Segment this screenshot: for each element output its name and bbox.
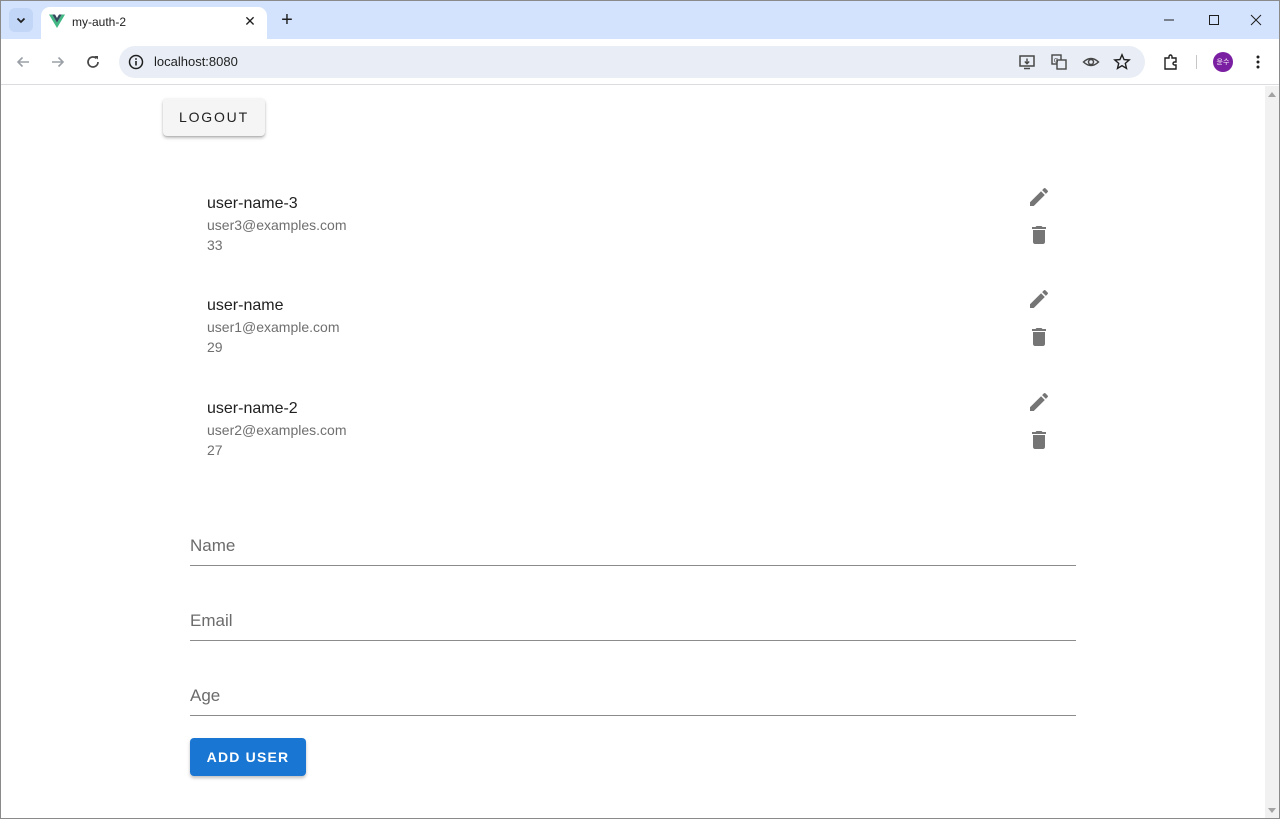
scroll-down-arrow-icon[interactable] bbox=[1268, 808, 1276, 813]
list-item: user-name-2 user2@examples.com 27 bbox=[207, 392, 1067, 490]
svg-text:G: G bbox=[1054, 58, 1059, 65]
list-item: user-name-3 user3@examples.com 33 bbox=[207, 187, 1067, 285]
add-user-button[interactable]: ADD USER bbox=[190, 738, 306, 776]
trash-icon[interactable] bbox=[1027, 223, 1051, 247]
name-input[interactable] bbox=[190, 526, 1076, 565]
close-icon bbox=[1250, 14, 1262, 26]
pencil-icon[interactable] bbox=[1027, 390, 1051, 414]
arrow-right-icon bbox=[52, 56, 65, 68]
list-item: user-name user1@example.com 29 bbox=[207, 289, 1067, 387]
vertical-scrollbar[interactable] bbox=[1265, 86, 1279, 818]
user-name: user-name-3 bbox=[207, 195, 298, 212]
close-window-button[interactable] bbox=[1233, 1, 1279, 39]
age-input[interactable] bbox=[190, 676, 1076, 715]
extensions-button[interactable] bbox=[1157, 48, 1185, 76]
toolbar-divider bbox=[1196, 55, 1197, 69]
user-name: user-name-2 bbox=[207, 400, 298, 417]
browser-toolbar: localhost:8080 G 윤수 bbox=[1, 39, 1279, 85]
chevron-down-icon bbox=[16, 17, 26, 24]
tab-title: my-auth-2 bbox=[72, 15, 127, 29]
user-email: user1@example.com bbox=[207, 319, 340, 335]
pencil-icon[interactable] bbox=[1027, 287, 1051, 311]
tab-strip: my-auth-2 ✕ + bbox=[1, 1, 1279, 39]
minimize-icon bbox=[1164, 19, 1174, 21]
url-text[interactable]: localhost:8080 bbox=[154, 54, 238, 69]
browser-window: my-auth-2 ✕ + localhost:8080 G 윤수 LOGOUT… bbox=[0, 0, 1280, 819]
puzzle-icon bbox=[1164, 54, 1177, 70]
forward-button[interactable] bbox=[44, 48, 72, 76]
page-content: LOGOUT user-name-3 user3@examples.com 33… bbox=[1, 86, 1265, 818]
user-name: user-name bbox=[207, 297, 284, 314]
pencil-icon[interactable] bbox=[1027, 185, 1051, 209]
user-age: 29 bbox=[207, 339, 223, 355]
profile-avatar[interactable]: 윤수 bbox=[1213, 52, 1233, 72]
more-vert-icon bbox=[1256, 55, 1260, 69]
vue-logo-icon bbox=[49, 14, 65, 28]
scroll-up-arrow-icon[interactable] bbox=[1268, 92, 1276, 97]
user-email: user2@examples.com bbox=[207, 422, 347, 438]
site-info-icon[interactable] bbox=[127, 53, 145, 71]
user-age: 33 bbox=[207, 237, 223, 253]
maximize-button[interactable] bbox=[1191, 1, 1237, 39]
menu-button[interactable] bbox=[1244, 48, 1272, 76]
tab-close-icon[interactable]: ✕ bbox=[241, 12, 259, 30]
translate-icon[interactable]: G bbox=[1049, 52, 1069, 72]
user-email: user3@examples.com bbox=[207, 217, 347, 233]
tab-search-button[interactable] bbox=[9, 8, 33, 32]
back-button[interactable] bbox=[9, 48, 37, 76]
eye-icon[interactable] bbox=[1081, 52, 1101, 72]
minimize-button[interactable] bbox=[1146, 1, 1192, 39]
new-tab-plus-icon[interactable]: + bbox=[275, 8, 299, 32]
trash-icon[interactable] bbox=[1027, 325, 1051, 349]
arrow-left-icon bbox=[16, 56, 29, 68]
email-field[interactable] bbox=[190, 601, 1076, 641]
bookmark-star-icon[interactable] bbox=[1112, 52, 1132, 72]
reload-icon bbox=[87, 56, 99, 68]
trash-icon[interactable] bbox=[1027, 428, 1051, 452]
maximize-icon bbox=[1209, 15, 1219, 25]
age-field[interactable] bbox=[190, 676, 1076, 716]
install-app-icon[interactable] bbox=[1017, 52, 1037, 72]
browser-tab[interactable]: my-auth-2 ✕ bbox=[41, 7, 267, 39]
logout-button[interactable]: LOGOUT bbox=[163, 98, 265, 136]
user-age: 27 bbox=[207, 442, 223, 458]
address-bar[interactable]: localhost:8080 G bbox=[119, 46, 1145, 78]
reload-button[interactable] bbox=[79, 48, 107, 76]
email-input[interactable] bbox=[190, 601, 1076, 640]
name-field[interactable] bbox=[190, 526, 1076, 566]
